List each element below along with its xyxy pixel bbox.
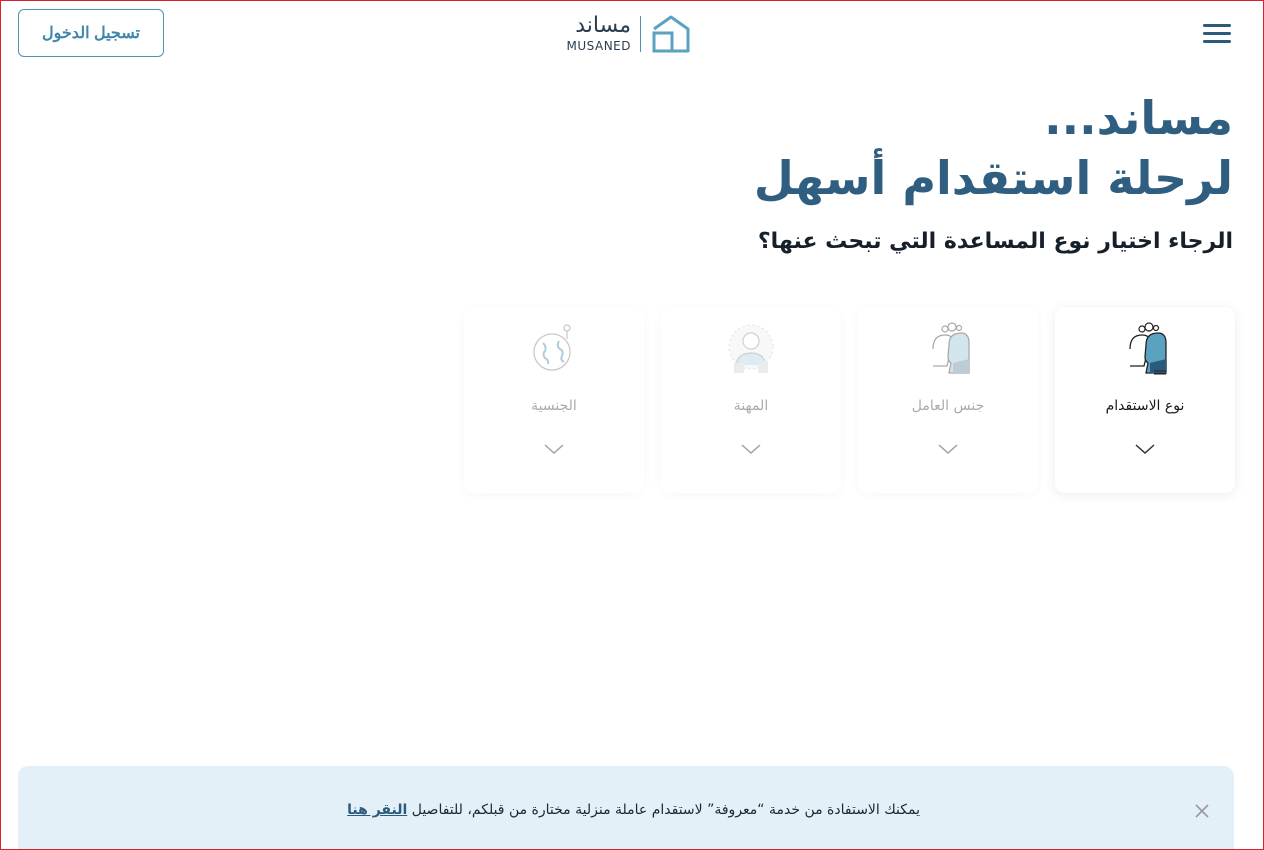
maarufa-notice-banner: يمكنك الاستفادة من خدمة “معروفة” لاستقدا… <box>18 766 1234 849</box>
card-profession[interactable]: المهنة <box>661 307 841 493</box>
logo-divider <box>640 16 641 52</box>
close-icon[interactable] <box>1193 802 1211 820</box>
profession-icon <box>728 324 774 373</box>
logo-text: مساند MUSANED <box>559 13 631 54</box>
card-recruitment-type[interactable]: نوع الاستقدام <box>1055 307 1235 493</box>
card-label: المهنة <box>733 398 769 414</box>
logo-house-icon <box>652 15 690 53</box>
notice-message: يمكنك الاستفادة من خدمة “معروفة” لاستقدا… <box>411 802 920 818</box>
hero-title-line2: لرحلة استقدام أسهل <box>753 151 1233 205</box>
recruitment-type-icon <box>1129 322 1167 375</box>
card-label: جنس العامل <box>911 398 985 414</box>
chevron-down-icon[interactable] <box>937 442 959 456</box>
card-worker-gender[interactable]: جنس العامل <box>858 307 1038 493</box>
page-frame: تسجيل الدخول مساند MUSANED مساند... لرحل… <box>0 0 1264 850</box>
nationality-globe-icon <box>533 324 571 371</box>
musaned-logo[interactable]: مساند MUSANED <box>559 11 693 57</box>
chevron-down-icon[interactable] <box>740 442 762 456</box>
chevron-down-icon[interactable] <box>1134 442 1156 456</box>
card-nationality[interactable]: الجنسية <box>464 307 644 493</box>
help-type-question: الرجاء اختيار نوع المساعدة التي تبحث عنه… <box>757 229 1233 254</box>
notice-details-link[interactable]: النقر هنا <box>347 802 407 818</box>
logo-english-text: MUSANED <box>566 39 631 53</box>
card-label: نوع الاستقدام <box>1105 398 1185 414</box>
chevron-down-icon[interactable] <box>543 442 565 456</box>
worker-gender-icon <box>932 322 970 374</box>
login-button[interactable]: تسجيل الدخول <box>18 9 164 57</box>
logo-arabic-text: مساند <box>575 13 631 38</box>
notice-text: يمكنك الاستفادة من خدمة “معروفة” لاستقدا… <box>347 802 920 818</box>
card-label: الجنسية <box>531 398 577 414</box>
hamburger-menu-icon[interactable] <box>1203 21 1231 45</box>
hero-heading: مساند... لرحلة استقدام أسهل <box>433 89 1233 209</box>
hero-title-line1: مساند... <box>1044 91 1233 145</box>
filter-cards: نوع الاستقدام جنس العامل المهنة الجنسية <box>463 307 1235 493</box>
